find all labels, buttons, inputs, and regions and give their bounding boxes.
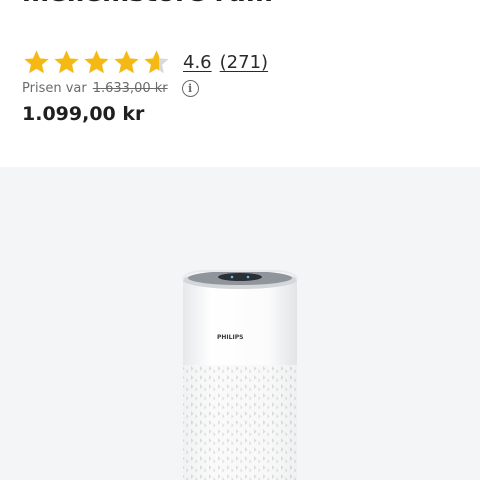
product-image-area[interactable]: PHILIPS [0,167,480,480]
star-icon [84,49,109,73]
star-icon [54,49,79,73]
air-purifier-image: PHILIPS [182,270,298,480]
rating-row[interactable]: 4.6 (271) [22,47,268,77]
previous-price-label: Prisen var [22,80,87,96]
info-icon[interactable]: i [181,79,199,97]
rating-value[interactable]: 4.6 [183,52,212,73]
brand-logo: PHILIPS [217,334,243,341]
star-icon [114,49,139,73]
previous-price-row: Prisen var 1.633,00 kr i [22,78,199,98]
product-title: mellemstore rum [22,0,273,8]
rating-count[interactable]: (271) [220,52,268,73]
previous-price: 1.633,00 kr [92,80,168,96]
star-icon [24,49,49,73]
star-half-icon [144,49,169,73]
current-price: 1.099,00 kr [22,103,145,125]
rating-stars [22,48,171,77]
